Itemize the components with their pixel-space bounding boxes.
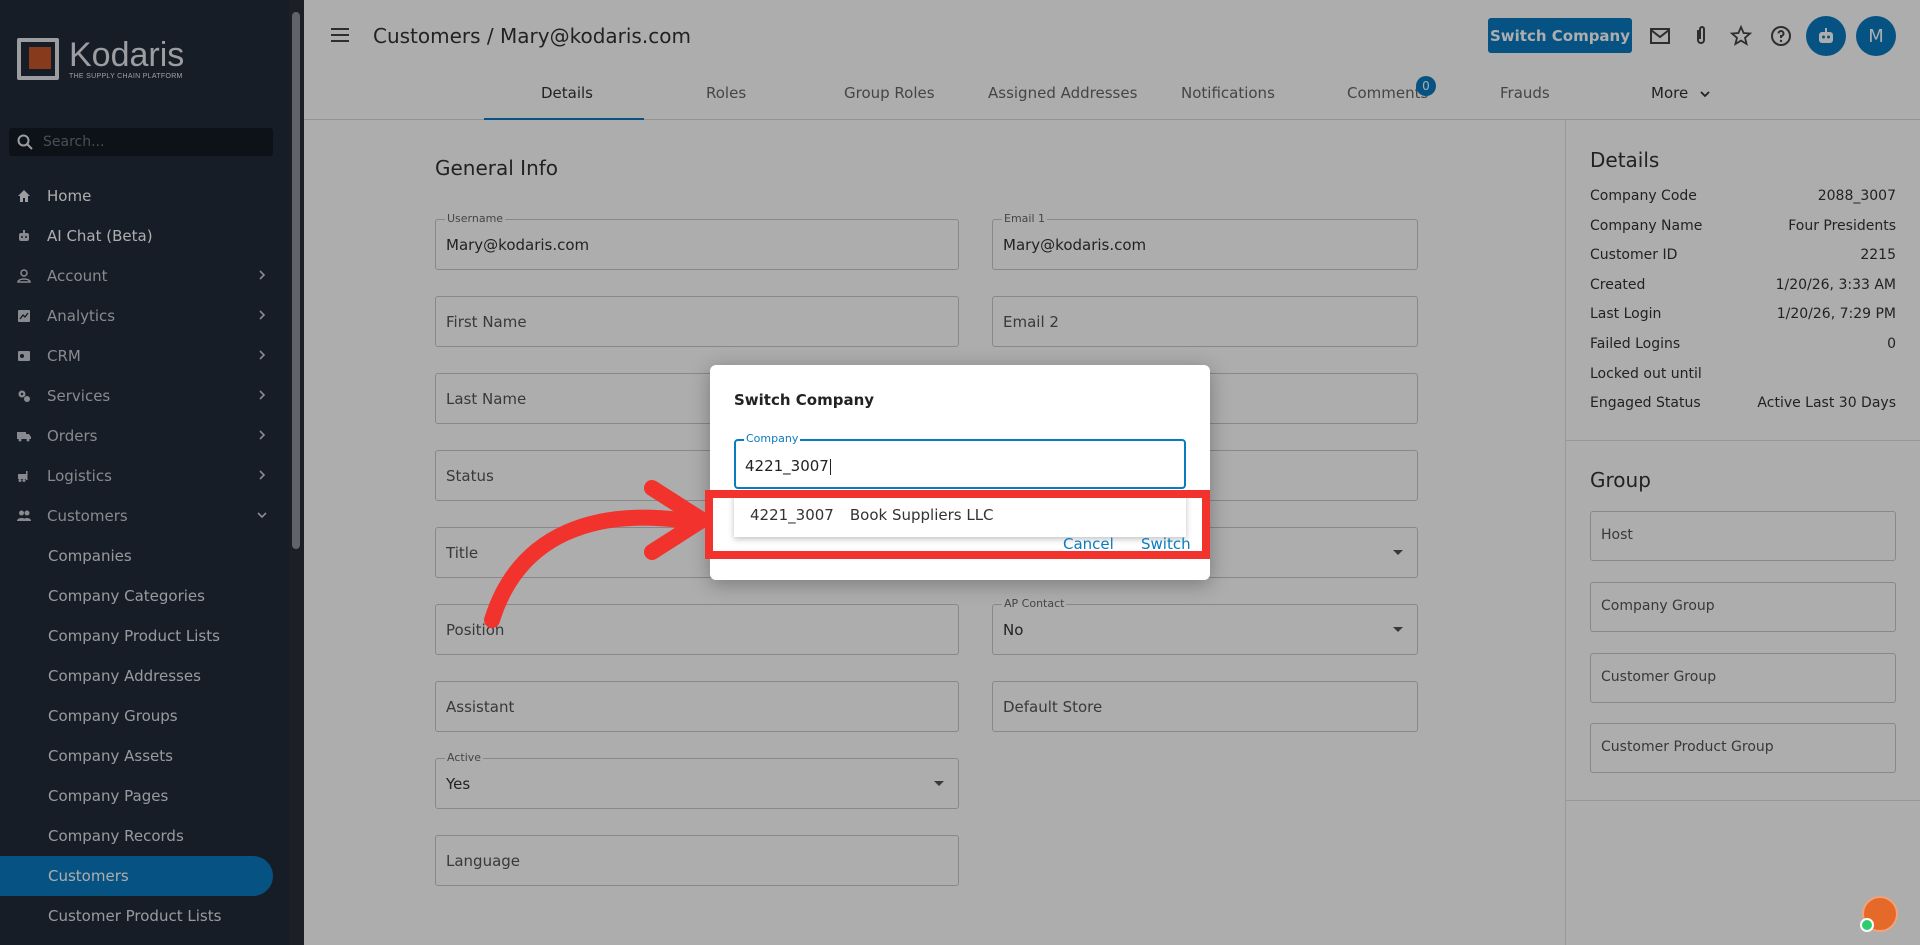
annotation-arrow-icon (484, 480, 710, 628)
company-input-label: Company (744, 432, 801, 445)
highlight-box (705, 490, 1210, 559)
online-status-icon (1860, 918, 1874, 932)
company-input-text: 4221_3007 (745, 457, 831, 475)
dialog-title: Switch Company (734, 391, 875, 409)
text-caret (829, 458, 831, 475)
company-input-value: 4221_3007 (745, 457, 829, 475)
company-input[interactable]: Company 4221_3007 (734, 432, 1186, 489)
